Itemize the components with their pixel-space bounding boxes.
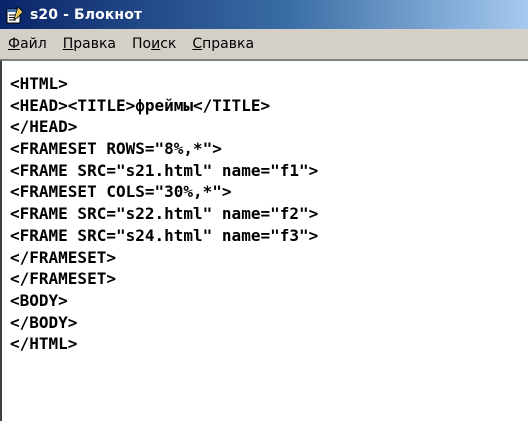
code-line: <HTML> xyxy=(10,74,68,93)
menu-file[interactable]: Файл xyxy=(8,36,47,52)
menu-search-label-end: ск xyxy=(160,36,177,52)
code-line: </BODY> xyxy=(10,312,78,332)
menu-search-accel: и xyxy=(151,36,161,52)
code-line: </HEAD> xyxy=(10,117,78,137)
menu-file-accel: Ф xyxy=(8,36,21,52)
menu-help[interactable]: Справка xyxy=(192,36,254,52)
notepad-window: s20 - Блокнот Файл Правка Поиск Справка … xyxy=(0,0,528,421)
menu-search[interactable]: Поиск xyxy=(132,36,176,52)
menu-edit-accel: П xyxy=(62,36,74,52)
menu-edit-label: равка xyxy=(73,36,116,52)
code-line: </FRAMESET> xyxy=(10,269,116,289)
code-line: <FRAME SRC="s24.html" name="f3"> xyxy=(10,225,319,245)
menu-search-label-start: По xyxy=(132,36,152,52)
menu-help-label: правка xyxy=(202,36,255,52)
code-line: </FRAMESET> xyxy=(10,247,116,267)
menu-file-label: айл xyxy=(20,36,47,52)
window-title: s20 - Блокнот xyxy=(30,6,143,23)
menu-edit[interactable]: Правка xyxy=(63,36,116,52)
title-bar[interactable]: s20 - Блокнот xyxy=(0,0,528,29)
code-line: <FRAMESET COLS="30%,*"> xyxy=(10,182,232,202)
code-line: <FRAME SRC="s21.html" name="f1"> xyxy=(10,160,319,180)
code-line: <FRAME SRC="s22.html" name="f2"> xyxy=(10,204,319,224)
menu-help-accel: С xyxy=(192,36,203,52)
menu-bar: Файл Правка Поиск Справка xyxy=(0,29,528,60)
code-line: <FRAMESET ROWS="8%,*"> xyxy=(10,139,222,159)
code-line: <BODY> xyxy=(10,290,68,310)
code-line: <HEAD><TITLE>фреймы</TITLE> xyxy=(10,95,271,115)
notepad-icon[interactable] xyxy=(6,5,24,24)
text-editor[interactable]: <HTML> <HEAD><TITLE>фреймы</TITLE> </HEA… xyxy=(0,60,528,421)
code-line: </HTML> xyxy=(10,334,78,354)
